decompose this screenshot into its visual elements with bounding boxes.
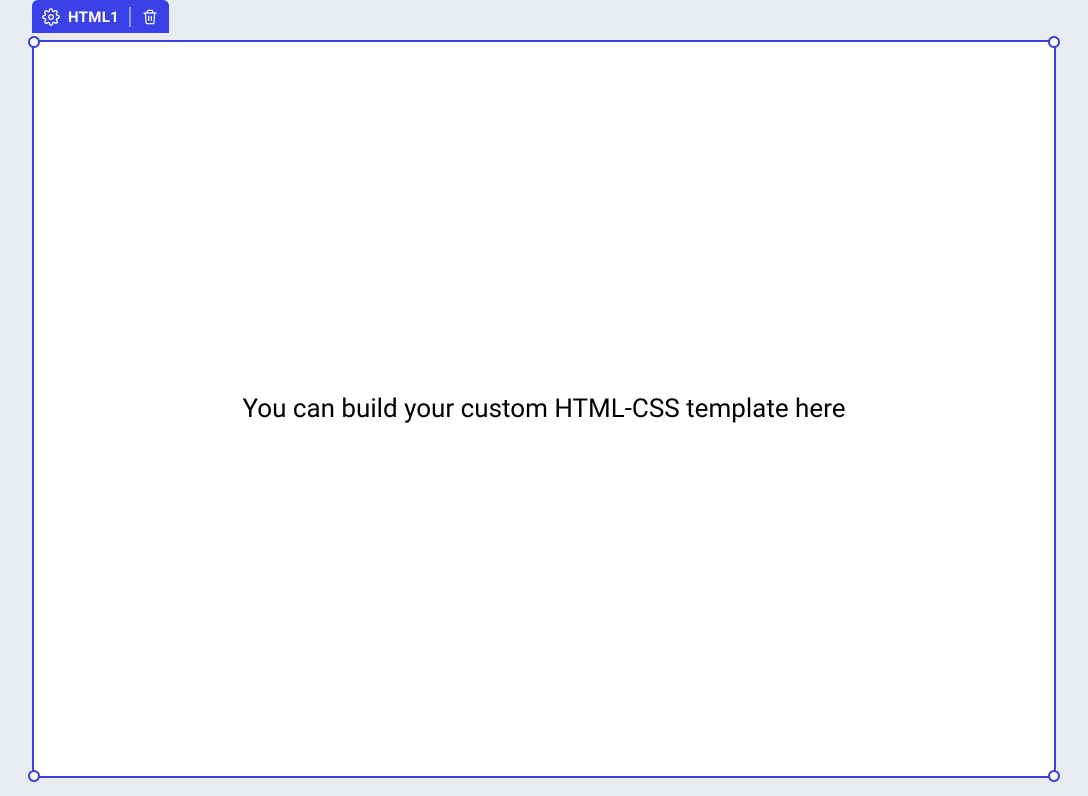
- html-canvas[interactable]: You can build your custom HTML-CSS templ…: [32, 40, 1056, 778]
- trash-icon[interactable]: [141, 8, 159, 26]
- canvas-placeholder-text: You can build your custom HTML-CSS templ…: [242, 394, 845, 424]
- resize-handle-bottom-right[interactable]: [1048, 770, 1060, 782]
- component-toolbar: HTML1: [32, 0, 169, 33]
- component-tab-label[interactable]: HTML1: [68, 8, 119, 26]
- resize-handle-top-right[interactable]: [1048, 36, 1060, 48]
- toolbar-divider: [129, 7, 131, 27]
- gear-icon[interactable]: [42, 8, 60, 26]
- resize-handle-bottom-left[interactable]: [28, 770, 40, 782]
- resize-handle-top-left[interactable]: [28, 36, 40, 48]
